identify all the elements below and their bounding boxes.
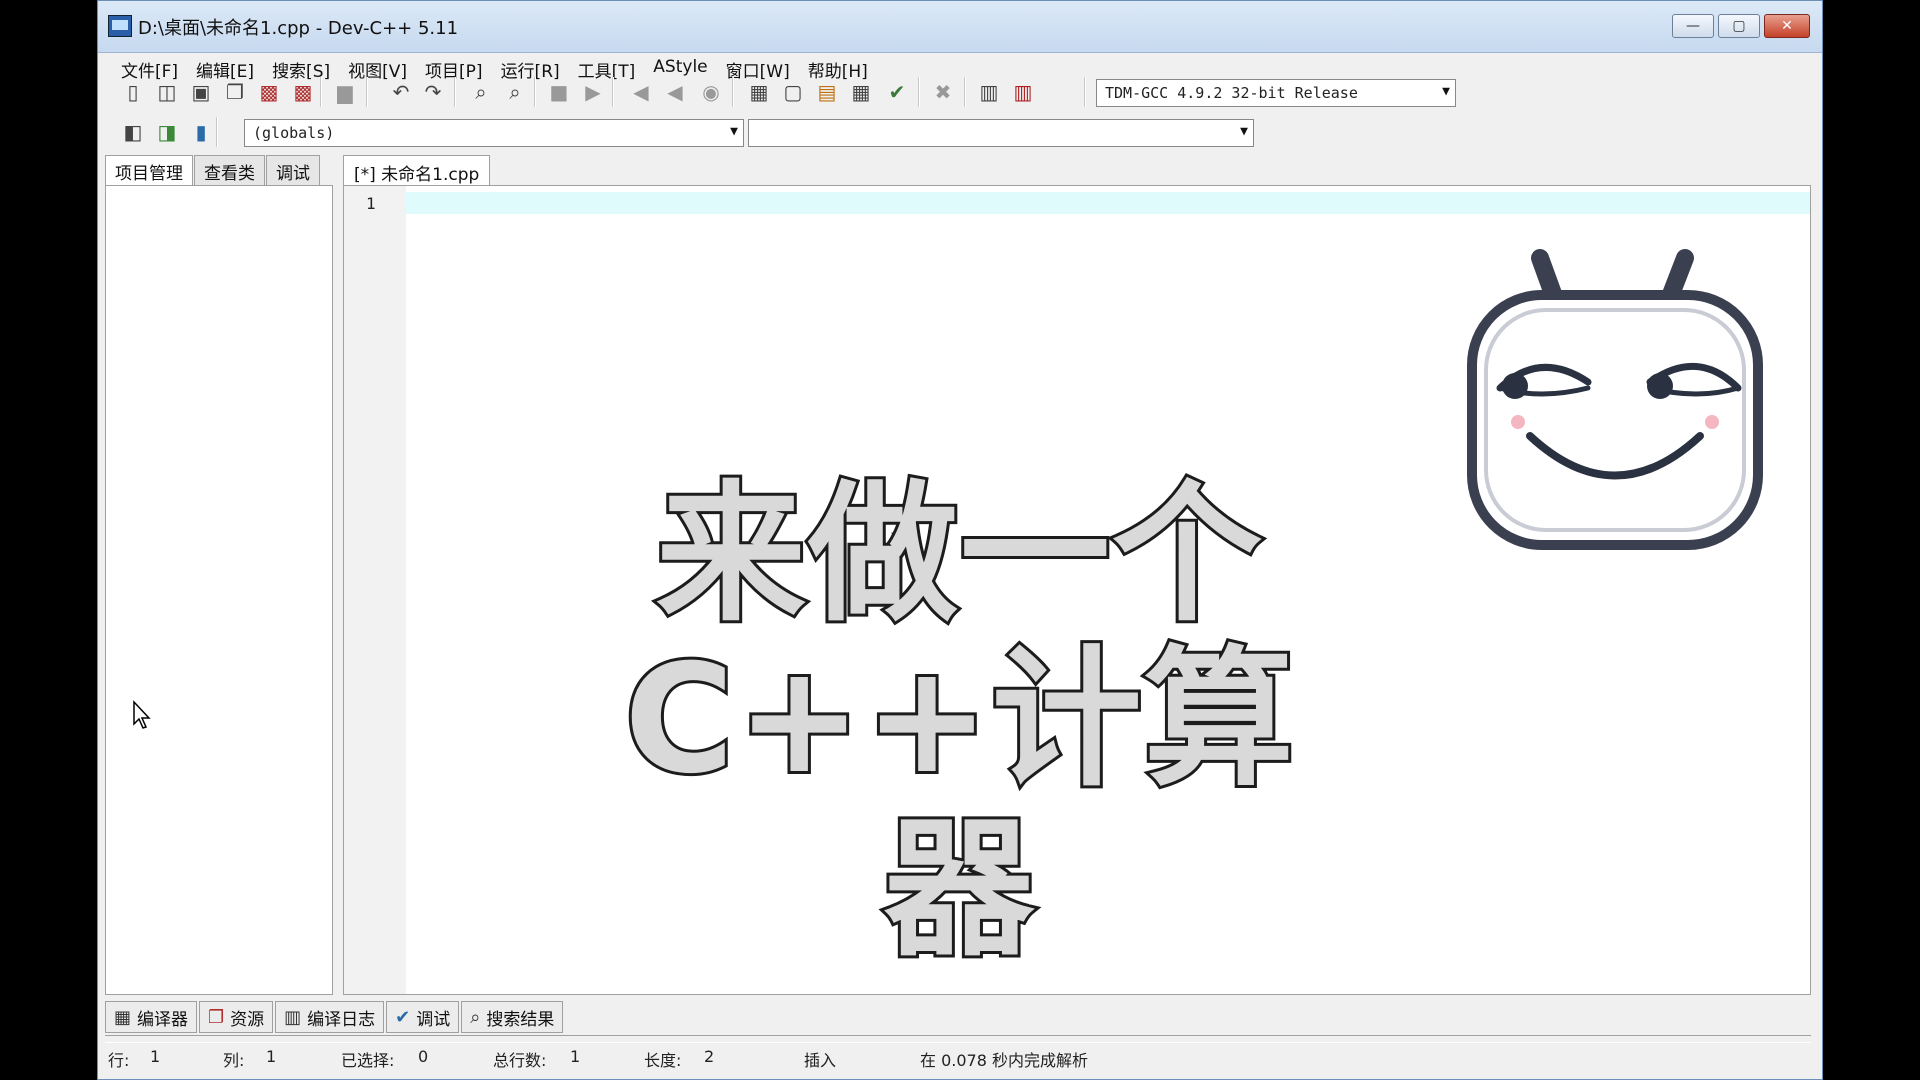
member-select[interactable]: ▼ xyxy=(748,119,1254,147)
chart-icon: ▥ xyxy=(284,1006,302,1028)
tab-compile-log-label: 编译日志 xyxy=(307,1009,376,1030)
new-file-icon[interactable]: ▯ xyxy=(120,79,146,105)
profile-icon[interactable]: ▥ xyxy=(976,79,1002,105)
compile-icon[interactable]: ▦ xyxy=(746,79,772,105)
status-parse-info: 在 0.078 秒内完成解析 xyxy=(920,1051,1088,1070)
indent-icon[interactable]: ◀ xyxy=(628,79,654,105)
toolbar-separator xyxy=(534,77,536,107)
chevron-down-icon: ▼ xyxy=(730,124,738,139)
maximize-button[interactable]: ▢ xyxy=(1718,14,1760,38)
rebuild-icon[interactable]: ▦ xyxy=(848,79,874,105)
left-panel-tabs: 项目管理 查看类 调试 xyxy=(105,155,321,185)
status-lines-value: 1 xyxy=(570,1047,581,1066)
chevron-down-icon: ▼ xyxy=(1240,124,1248,139)
toolbar-separator xyxy=(366,77,368,107)
grid-icon: ▦ xyxy=(114,1006,132,1028)
save-icon[interactable]: ▣ xyxy=(188,79,214,105)
undo-icon[interactable]: ↶ xyxy=(388,79,414,105)
status-length-value: 2 xyxy=(704,1047,715,1066)
resources-icon: ❐ xyxy=(208,1006,225,1028)
scope-select-value: (globals) xyxy=(253,124,335,142)
toolbar-separator xyxy=(612,77,614,107)
tab-resources-label: 资源 xyxy=(230,1009,265,1030)
status-sel-label: 已选择: xyxy=(341,1051,395,1070)
insert-icon[interactable]: ◧ xyxy=(120,119,146,145)
left-panel: 项目管理 查看类 调试 xyxy=(105,155,333,995)
check-icon: ✔ xyxy=(395,1006,411,1028)
tab-file[interactable]: [*] 未命名1.cpp xyxy=(343,155,491,189)
status-sel-value: 0 xyxy=(418,1047,429,1066)
status-lines-label: 总行数: xyxy=(493,1051,547,1070)
compiler-select-value: TDM-GCC 4.9.2 32-bit Release xyxy=(1105,84,1358,102)
compiler-select[interactable]: TDM-GCC 4.9.2 32-bit Release ▼ xyxy=(1096,79,1456,107)
goto-line-icon[interactable]: ▶ xyxy=(580,79,606,105)
line-number: 1 xyxy=(366,194,376,213)
open-file-icon[interactable]: ◫ xyxy=(154,79,180,105)
bottom-tabs: ▦ 编译器 ❐ 资源 ▥ 编译日志 ✔ 调试 ⌕ 搜索结果 xyxy=(105,1001,565,1033)
current-line-highlight xyxy=(406,192,1810,214)
tab-compiler[interactable]: ▦ 编译器 xyxy=(105,1001,198,1033)
close-button[interactable]: ✕ xyxy=(1764,14,1810,38)
tab-classes[interactable]: 查看类 xyxy=(194,155,265,185)
print-icon[interactable]: ▆ xyxy=(332,79,358,105)
tab-project[interactable]: 项目管理 xyxy=(105,155,193,185)
goto-declaration-icon[interactable]: ◨ xyxy=(154,119,180,145)
bookmark-icon[interactable]: ■ xyxy=(546,79,572,105)
tab-search-results[interactable]: ⌕ 搜索结果 xyxy=(461,1001,564,1033)
scope-select[interactable]: (globals) ▼ xyxy=(244,119,744,147)
toolbar-separator xyxy=(964,77,966,107)
status-bar: 行: 1 列: 1 已选择: 0 总行数: 1 长度: 2 插入 在 0.078… xyxy=(98,1045,1822,1079)
search-icon: ⌕ xyxy=(470,1006,481,1028)
window-title: D:\桌面\未命名1.cpp - Dev-C++ 5.11 xyxy=(138,18,459,39)
tab-debug-output[interactable]: ✔ 调试 xyxy=(386,1001,460,1033)
title-bar[interactable]: D:\桌面\未命名1.cpp - Dev-C++ 5.11 — ▢ ✕ xyxy=(98,1,1822,53)
tab-debug[interactable]: 调试 xyxy=(266,155,320,185)
save-all-icon[interactable]: ❐ xyxy=(222,79,248,105)
delete-profile-icon[interactable]: ▥ xyxy=(1010,79,1036,105)
close-file-icon[interactable]: ▩ xyxy=(256,79,282,105)
project-tree[interactable] xyxy=(105,185,333,995)
find-icon[interactable]: ⌕ xyxy=(468,79,494,105)
editor-area: [*] 未命名1.cpp 1 xyxy=(343,155,1811,995)
line-gutter: 1 xyxy=(344,186,406,994)
stop-icon[interactable]: ✖ xyxy=(930,79,956,105)
close-all-icon[interactable]: ▩ xyxy=(290,79,316,105)
class-toolbar: ◧ ◨ ▮ (globals) ▼ ▼ xyxy=(98,113,1822,153)
goto-definition-icon[interactable]: ▮ xyxy=(188,119,214,145)
compile-run-icon[interactable]: ▤ xyxy=(814,79,840,105)
toolbar-separator xyxy=(732,77,734,107)
unindent-icon[interactable]: ◀ xyxy=(662,79,688,105)
app-icon xyxy=(108,15,132,37)
minimize-button[interactable]: — xyxy=(1672,14,1714,38)
tab-search-results-label: 搜索结果 xyxy=(486,1009,555,1030)
status-length-label: 长度: xyxy=(644,1051,682,1070)
redo-icon[interactable]: ↷ xyxy=(420,79,446,105)
devcpp-window: D:\桌面\未命名1.cpp - Dev-C++ 5.11 — ▢ ✕ 文件[F… xyxy=(97,0,1823,1080)
replace-icon[interactable]: ⌕ xyxy=(502,79,528,105)
toggle-comment-icon[interactable]: ◉ xyxy=(698,79,724,105)
status-insert-mode: 插入 xyxy=(804,1051,837,1070)
code-editor[interactable]: 1 xyxy=(343,185,1811,995)
status-row-value: 1 xyxy=(150,1047,161,1066)
status-col-label: 列: xyxy=(223,1051,245,1070)
toolbar-separator xyxy=(918,77,920,107)
status-col-value: 1 xyxy=(266,1047,277,1066)
toolbar-separator xyxy=(1084,77,1086,107)
debug-icon[interactable]: ✔ xyxy=(884,79,910,105)
tab-compiler-label: 编译器 xyxy=(137,1009,189,1030)
tab-resources[interactable]: ❐ 资源 xyxy=(199,1001,274,1033)
main-toolbar: ▯ ◫ ▣ ❐ ▩ ▩ ▆ ↶ ↷ ⌕ ⌕ ■ ▶ ◀ ◀ ◉ ▦ ▢ ▤ ▦ … xyxy=(98,73,1822,113)
chevron-down-icon: ▼ xyxy=(1442,84,1450,99)
run-icon[interactable]: ▢ xyxy=(780,79,806,105)
toolbar-separator xyxy=(216,117,218,147)
tab-debug-output-label: 调试 xyxy=(416,1009,451,1030)
tab-compile-log[interactable]: ▥ 编译日志 xyxy=(275,1001,385,1033)
status-row-label: 行: xyxy=(108,1051,130,1070)
toolbar-separator xyxy=(454,77,456,107)
toolbar-separator xyxy=(320,77,322,107)
splitter[interactable] xyxy=(105,1035,1811,1043)
